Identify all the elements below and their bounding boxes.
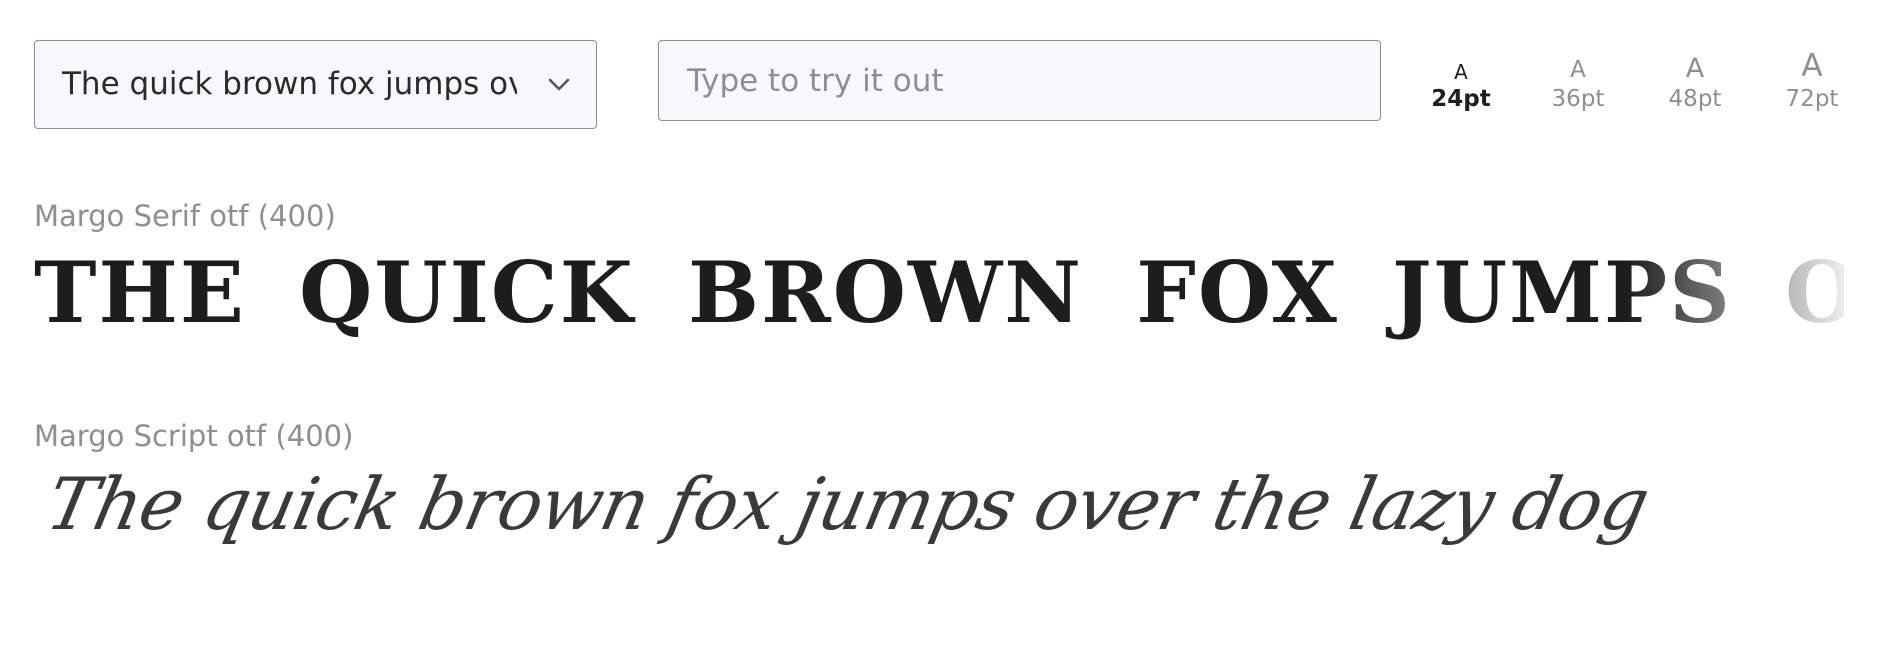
font-sample-text: The quick brown fox jumps over the lazy … (39, 462, 1656, 546)
font-style-name: Margo Serif otf (400) (34, 199, 336, 233)
font-preview-page: The quick brown fox jumps over the lazy … (0, 0, 1894, 648)
try-it-out-input[interactable] (658, 40, 1381, 121)
size-label: 24pt (1431, 86, 1491, 112)
font-sample-text: THE QUICK BROWN FOX JUMPS OVE (34, 243, 1844, 342)
preview-text-dropdown[interactable]: The quick brown fox jumps over the lazy … (34, 40, 597, 129)
size-button-36pt[interactable]: A 36pt (1533, 50, 1623, 111)
size-button-72pt[interactable]: A 72pt (1767, 50, 1857, 111)
size-label: 36pt (1551, 86, 1605, 112)
size-label: 48pt (1668, 86, 1722, 112)
size-button-24pt[interactable]: A 24pt (1416, 50, 1506, 111)
size-glyph: A (1685, 53, 1705, 84)
font-style-name: Margo Script otf (400) (34, 419, 354, 453)
preview-text-selected-value: The quick brown fox jumps over the lazy … (62, 69, 517, 100)
size-label: 72pt (1785, 86, 1839, 112)
size-glyph: A (1454, 60, 1468, 84)
size-button-48pt[interactable]: A 48pt (1650, 50, 1740, 111)
size-glyph: A (1801, 48, 1823, 84)
chevron-down-icon (542, 68, 576, 102)
size-glyph: A (1570, 57, 1586, 83)
